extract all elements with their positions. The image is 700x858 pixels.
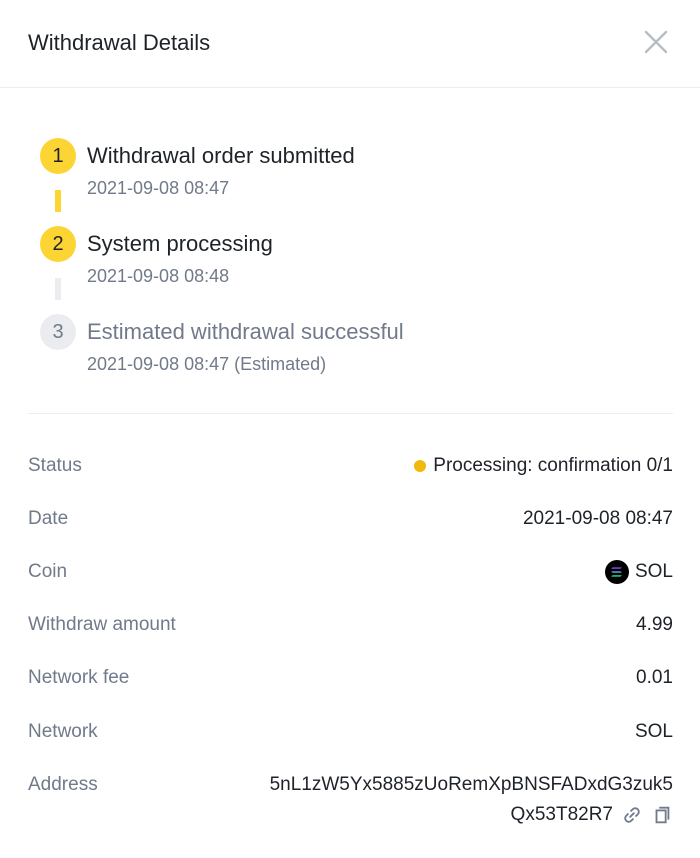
step-title: Withdrawal order submitted <box>87 143 355 168</box>
amount-value: 4.99 <box>636 614 673 635</box>
address-text-line2[interactable]: Qx53T82R7 <box>511 800 613 830</box>
step-title: Estimated withdrawal successful <box>87 319 404 344</box>
step-number: 1 <box>40 138 76 174</box>
step-title: System processing <box>87 231 273 256</box>
fee-label: Network fee <box>28 667 130 688</box>
detail-row-amount: Withdraw amount 4.99 <box>28 611 673 639</box>
detail-row-coin: Coin SOL <box>28 558 673 586</box>
step-processing: 2 System processing 2021-09-08 08:48 <box>40 226 660 286</box>
step-estimated-success: 3 Estimated withdrawal successful 2021-0… <box>40 314 660 374</box>
address-text-line1[interactable]: 5nL1zW5Yx5885zUoRemXpBNSFADxdG3zuk5 <box>223 770 673 800</box>
detail-row-fee: Network fee 0.01 <box>28 664 673 692</box>
step-connector <box>55 190 61 212</box>
step-time: 2021-09-08 08:47 <box>87 178 230 198</box>
date-label: Date <box>28 508 69 529</box>
status-dot-icon <box>414 460 427 472</box>
network-value: SOL <box>634 721 673 742</box>
dialog-title: Withdrawal Details <box>28 30 211 55</box>
amount-label: Withdraw amount <box>28 614 176 635</box>
section-divider <box>28 413 673 414</box>
step-connector <box>55 278 61 300</box>
close-button[interactable] <box>640 26 672 58</box>
solana-coin-icon <box>604 560 629 584</box>
address-label: Address <box>28 774 98 795</box>
status-text: Processing: confirmation 0/1 <box>433 455 673 476</box>
coin-value: SOL <box>604 558 673 586</box>
fee-value: 0.01 <box>636 667 673 688</box>
copy-icon[interactable] <box>651 804 673 826</box>
network-label: Network <box>28 721 98 742</box>
link-icon[interactable] <box>621 804 643 826</box>
step-number: 2 <box>40 226 76 262</box>
status-label: Status <box>28 455 82 476</box>
detail-row-address: Address 5nL1zW5Yx5885zUoRemXpBNSFADxdG3z… <box>28 771 673 831</box>
address-value: 5nL1zW5Yx5885zUoRemXpBNSFADxdG3zuk5 Qx53… <box>223 770 673 830</box>
date-value: 2021-09-08 08:47 <box>522 508 673 529</box>
status-value: Processing: confirmation 0/1 <box>414 452 673 480</box>
coin-label: Coin <box>28 561 68 582</box>
detail-row-date: Date 2021-09-08 08:47 <box>28 505 673 533</box>
dialog-header: Withdrawal Details <box>0 0 700 88</box>
step-number: 3 <box>40 314 76 350</box>
step-submitted: 1 Withdrawal order submitted 2021-09-08 … <box>40 138 660 198</box>
close-icon <box>644 30 668 54</box>
step-time: 2021-09-08 08:48 <box>87 266 230 286</box>
coin-text: SOL <box>634 561 673 582</box>
detail-row-network: Network SOL <box>28 718 673 746</box>
detail-row-status: Status Processing: confirmation 0/1 <box>28 452 673 480</box>
step-time: 2021-09-08 08:47 (Estimated) <box>87 354 327 374</box>
